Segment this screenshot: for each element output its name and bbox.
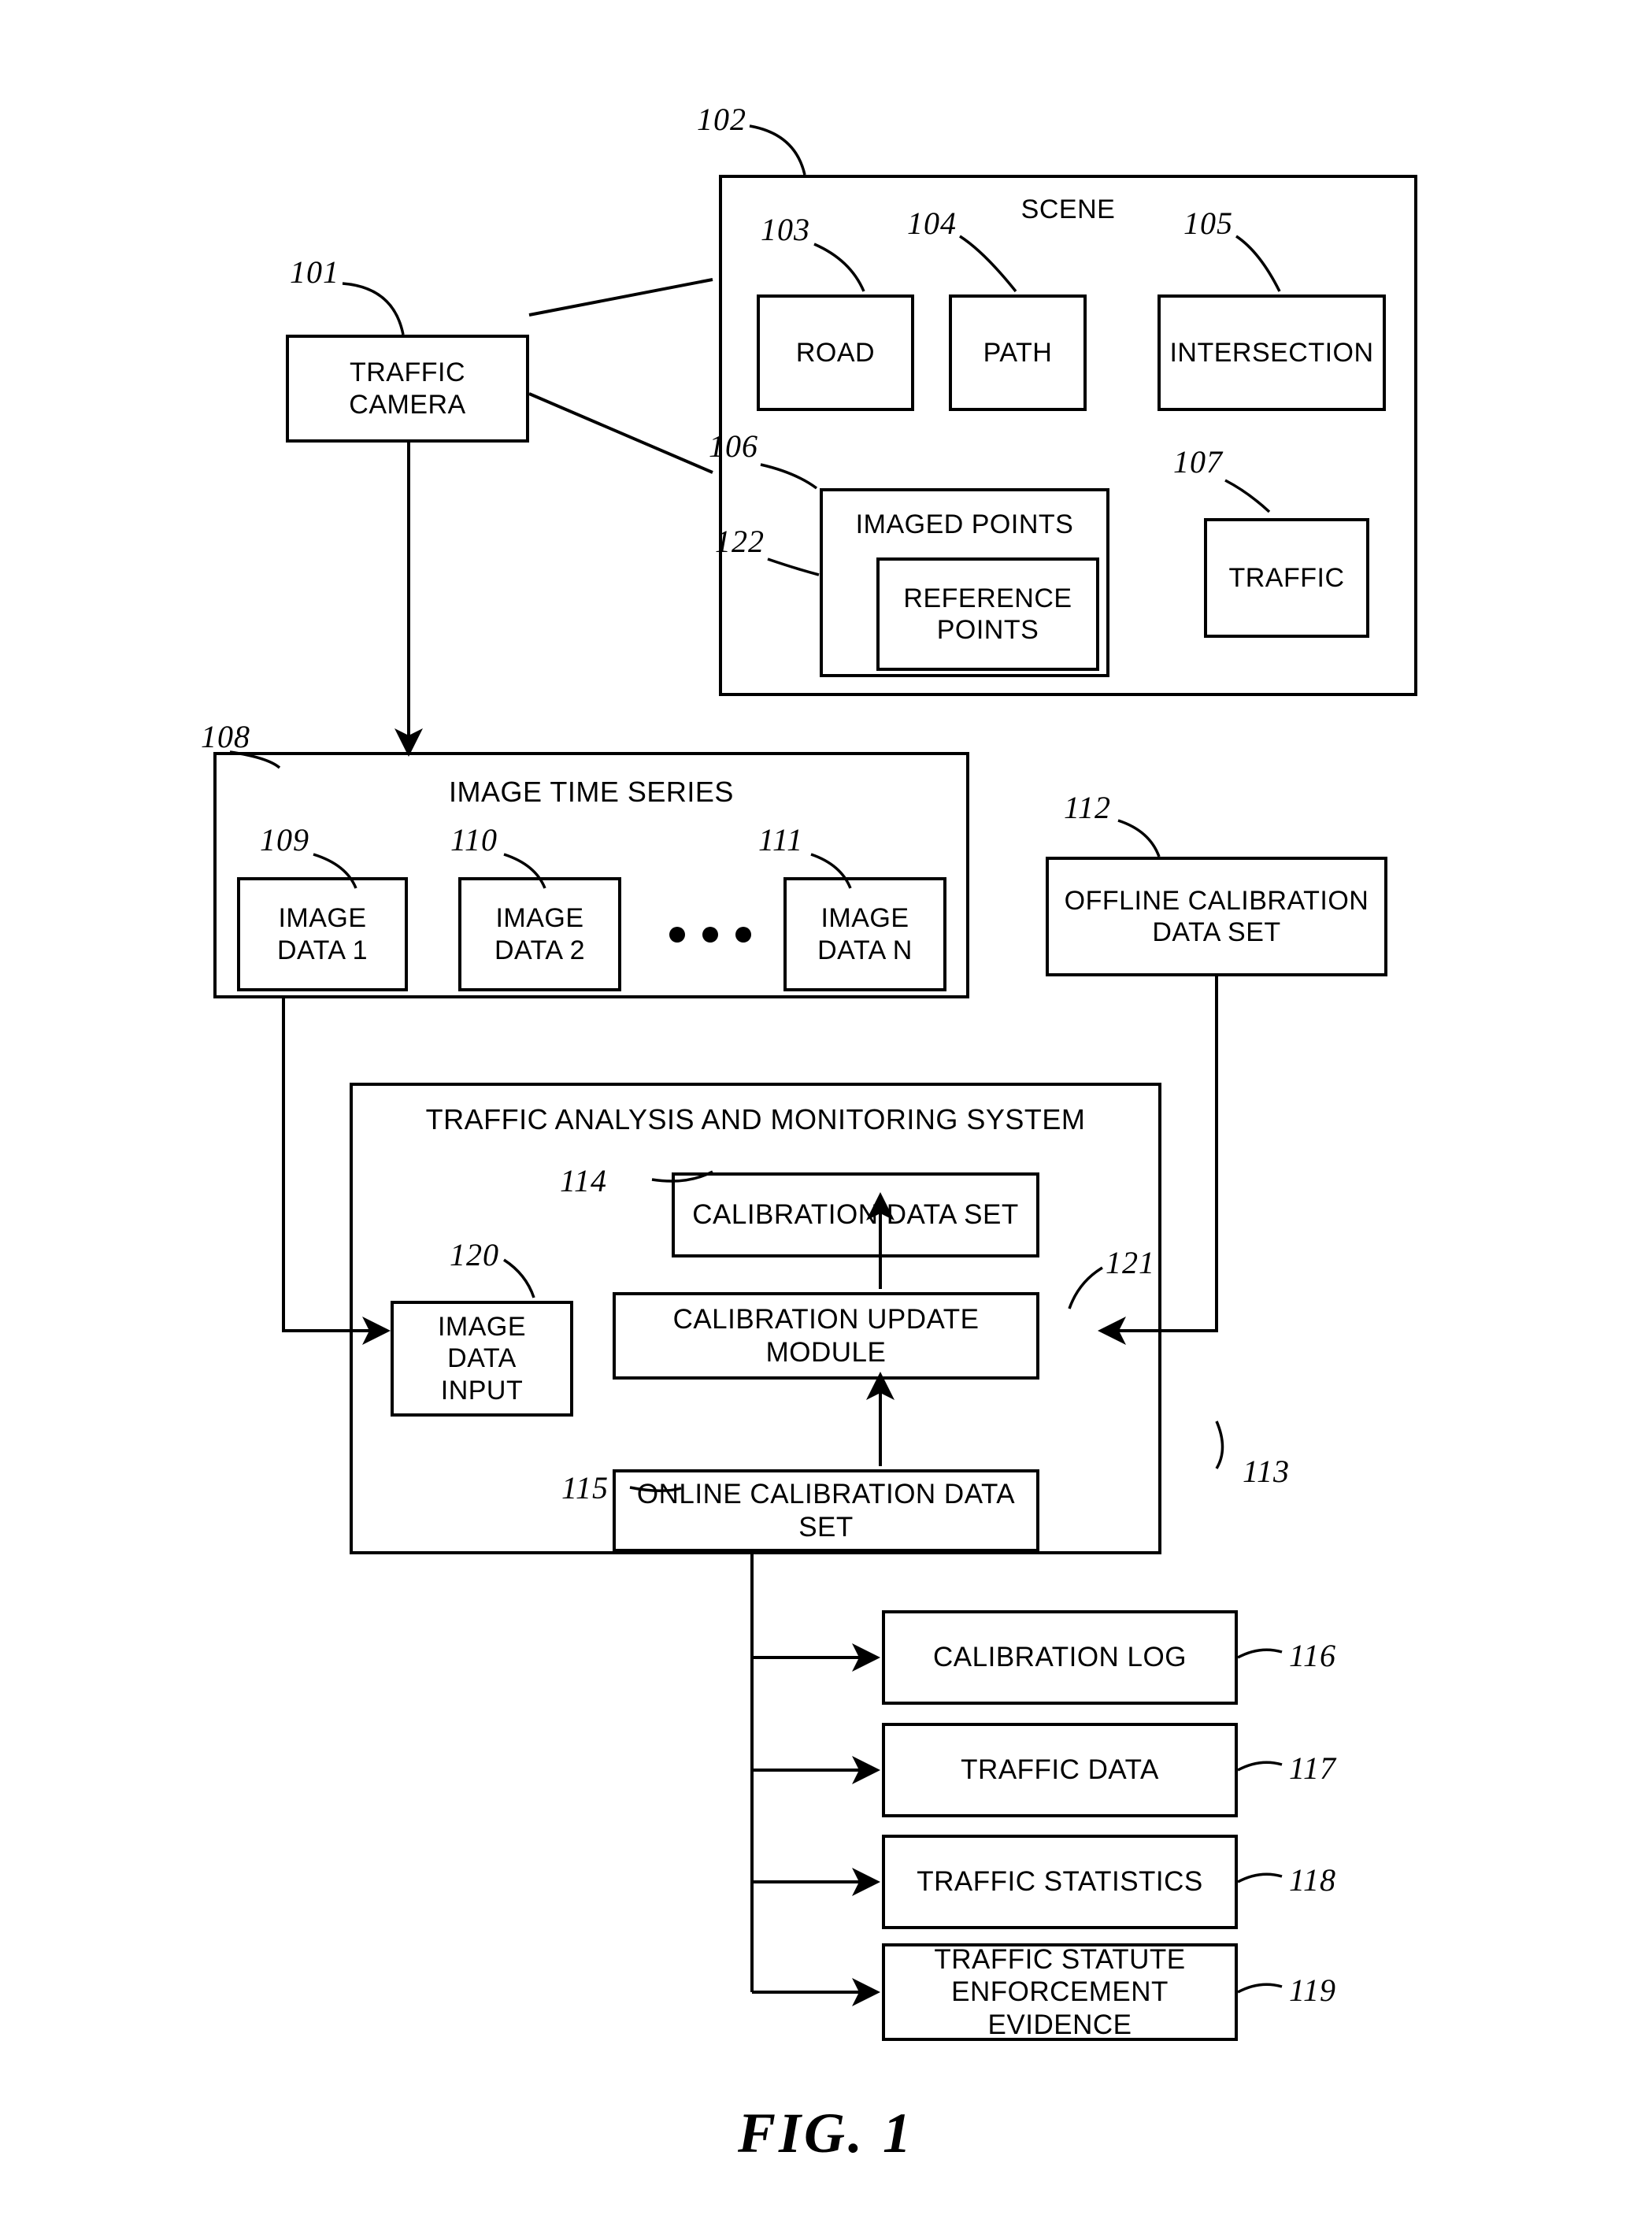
- ref-120: 120: [450, 1237, 499, 1272]
- reference-points-box: REFERENCE POINTS: [876, 557, 1099, 671]
- online-calibration-data-set-label: ONLINE CALIBRATION DATA SET: [636, 1479, 1016, 1543]
- intersection-label: INTERSECTION: [1169, 337, 1374, 368]
- calibration-data-set-box: CALIBRATION DATA SET: [672, 1172, 1039, 1257]
- image-data-n-label: IMAGE DATA N: [817, 903, 913, 965]
- image-data-1-label: IMAGE DATA 1: [276, 903, 369, 965]
- traffic-camera-label: TRAFFIC CAMERA: [349, 357, 466, 420]
- image-data-input-label: IMAGE DATA INPUT: [437, 1312, 527, 1406]
- leader-101: [342, 282, 405, 335]
- traffic-camera-box: TRAFFIC CAMERA: [286, 335, 529, 443]
- ref-109: 109: [260, 822, 309, 857]
- calibration-log-box: CALIBRATION LOG: [882, 1610, 1238, 1705]
- leader-119: [1237, 1983, 1283, 1994]
- traffic-label: TRAFFIC: [1228, 562, 1345, 593]
- ref-102: 102: [697, 102, 746, 137]
- traffic-data-box: TRAFFIC DATA: [882, 1723, 1238, 1817]
- ref-107: 107: [1173, 444, 1223, 480]
- patent-figure-1: TRAFFIC CAMERA 101 SCENE ROAD PATH INTER…: [0, 0, 1652, 2226]
- scene-container: SCENE ROAD PATH INTERSECTION IMAGED POIN…: [719, 175, 1417, 696]
- leader-113: [1215, 1420, 1224, 1469]
- image-data-2-box: IMAGE DATA 2: [458, 877, 621, 991]
- ref-116: 116: [1289, 1638, 1337, 1673]
- image-data-n-box: IMAGE DATA N: [783, 877, 946, 991]
- ref-104: 104: [907, 206, 957, 241]
- traffic-statistics-label: TRAFFIC STATISTICS: [917, 1866, 1203, 1898]
- calibration-update-module-box: CALIBRATION UPDATE MODULE: [613, 1292, 1039, 1380]
- ref-106: 106: [709, 428, 758, 464]
- image-data-input-box: IMAGE DATA INPUT: [391, 1301, 573, 1417]
- fov-ray-upper: [528, 278, 713, 317]
- ref-115: 115: [561, 1470, 609, 1506]
- ref-110: 110: [450, 822, 498, 857]
- road-box: ROAD: [757, 294, 914, 411]
- traffic-box: TRAFFIC: [1204, 518, 1369, 638]
- leader-116: [1237, 1648, 1283, 1659]
- ref-112: 112: [1064, 790, 1112, 825]
- offline-calibration-data-set-box: OFFLINE CALIBRATION DATA SET: [1046, 857, 1387, 976]
- traffic-data-label: TRAFFIC DATA: [961, 1754, 1159, 1786]
- leader-102: [749, 124, 806, 176]
- ellipsis-dot: [735, 927, 751, 943]
- traffic-statute-enforcement-evidence-box: TRAFFIC STATUTE ENFORCEMENT EVIDENCE: [882, 1943, 1238, 2041]
- ref-122: 122: [715, 524, 765, 559]
- image-time-series-title: IMAGE TIME SERIES: [449, 776, 734, 808]
- ellipsis-dot: [702, 927, 718, 943]
- calibration-data-set-label: CALIBRATION DATA SET: [692, 1199, 1019, 1231]
- traffic-statute-enforcement-evidence-label: TRAFFIC STATUTE ENFORCEMENT EVIDENCE: [934, 1944, 1186, 2040]
- ref-105: 105: [1183, 206, 1233, 241]
- ref-113: 113: [1243, 1454, 1291, 1489]
- ref-114: 114: [560, 1163, 608, 1198]
- ref-101: 101: [290, 254, 339, 290]
- ref-118: 118: [1289, 1862, 1337, 1898]
- imaged-points-label: IMAGED POINTS: [855, 509, 1074, 539]
- imaged-points-box: IMAGED POINTS REFERENCE POINTS: [820, 488, 1109, 677]
- leader-118: [1237, 1872, 1283, 1883]
- ellipsis-dots: [669, 927, 751, 943]
- leader-112: [1117, 819, 1161, 857]
- traffic-analysis-system-title: TRAFFIC ANALYSIS AND MONITORING SYSTEM: [425, 1103, 1086, 1135]
- image-time-series-container: IMAGE TIME SERIES IMAGE DATA 1 IMAGE DAT…: [213, 752, 969, 998]
- traffic-statistics-box: TRAFFIC STATISTICS: [882, 1835, 1238, 1929]
- figure-caption: FIG. 1: [737, 2102, 915, 2165]
- ref-119: 119: [1289, 1972, 1337, 2008]
- leader-117: [1237, 1761, 1283, 1772]
- image-data-1-box: IMAGE DATA 1: [237, 877, 408, 991]
- path-label: PATH: [983, 337, 1053, 368]
- ref-103: 103: [761, 212, 810, 247]
- calibration-log-label: CALIBRATION LOG: [933, 1642, 1187, 1673]
- ref-108: 108: [201, 719, 250, 754]
- image-data-2-label: IMAGE DATA 2: [494, 903, 586, 965]
- ref-121: 121: [1106, 1245, 1155, 1280]
- ref-111: 111: [758, 822, 804, 857]
- traffic-analysis-system-container: TRAFFIC ANALYSIS AND MONITORING SYSTEM C…: [350, 1083, 1161, 1554]
- ellipsis-dot: [669, 927, 685, 943]
- intersection-box: INTERSECTION: [1158, 294, 1386, 411]
- calibration-update-module-label: CALIBRATION UPDATE MODULE: [672, 1304, 980, 1368]
- road-label: ROAD: [795, 337, 876, 368]
- fov-ray-lower: [528, 392, 713, 474]
- offline-calibration-data-set-label: OFFLINE CALIBRATION DATA SET: [1064, 885, 1369, 947]
- path-box: PATH: [949, 294, 1087, 411]
- online-calibration-data-set-box: ONLINE CALIBRATION DATA SET: [613, 1469, 1039, 1552]
- ref-117: 117: [1289, 1750, 1337, 1786]
- reference-points-label: REFERENCE POINTS: [903, 583, 1072, 645]
- scene-title: SCENE: [1020, 194, 1116, 224]
